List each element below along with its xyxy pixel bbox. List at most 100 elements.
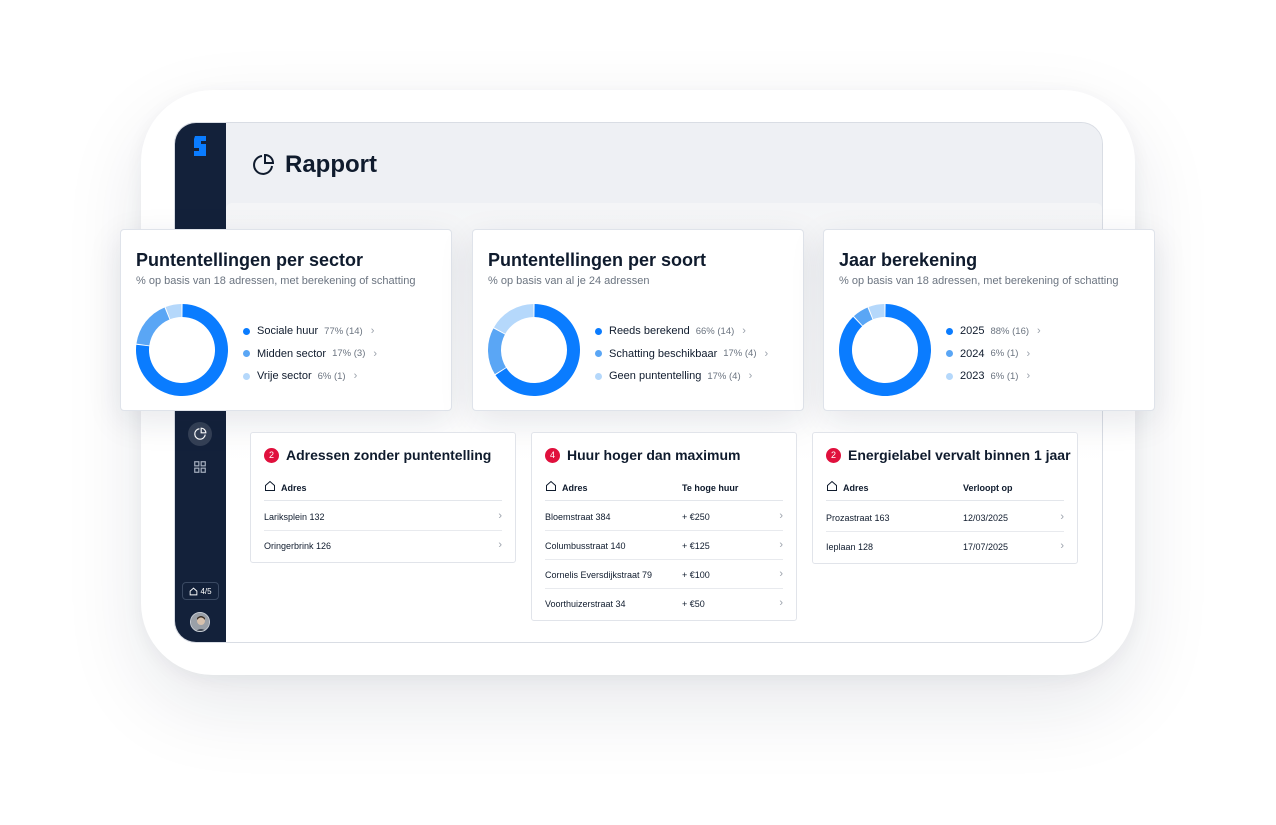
value-cell: + €50 [682,599,705,609]
chart-card-year: Jaar berekening % op basis van 18 adress… [823,229,1155,411]
legend-label: Schatting beschikbaar [609,347,718,360]
chevron-right-icon: › [1037,325,1041,338]
table-header: Adres Verloopt op [826,479,1064,501]
donut-slice-schatting-beschikbaar[interactable] [488,328,506,375]
legend-label: Vrije sector [257,370,312,383]
address-cell: Cornelis Eversdijkstraat 79 [545,570,653,580]
legend-item[interactable]: Midden sector 17% (3) › [243,343,377,366]
legend-item[interactable]: Vrije sector 6% (1) › [243,365,377,388]
legend-value: 17% (3) [332,348,366,360]
legend-value: 17% (4) [723,348,757,360]
avatar[interactable] [190,612,210,632]
chart-card-type: Puntentellingen per soort % op basis van… [472,229,804,411]
address-cell: Lariksplein 132 [264,512,325,522]
table-row[interactable]: Ieplaan 128 17/07/2025 › [826,532,1064,561]
sidebar-item-rapport[interactable] [188,422,212,446]
chart-subtitle: % op basis van al je 24 adressen [488,275,650,287]
home-icon [265,480,275,491]
chevron-right-icon: › [498,539,502,551]
value-cell: + €100 [682,570,710,580]
legend-dot [595,350,602,358]
donut-slice-2025[interactable] [839,304,931,396]
home-icon [190,587,198,595]
legend-value: 17% (4) [707,370,741,382]
list-card-title: Huur hoger dan maximum [567,447,741,463]
chart-title: Jaar berekening [839,250,978,270]
legend-dot [946,372,953,380]
address-cell: Prozastraat 163 [826,513,890,523]
chevron-right-icon: › [1060,540,1064,552]
chevron-right-icon: › [1060,511,1064,523]
legend-item[interactable]: 2025 88% (16) › [946,320,1041,343]
chart-title: Puntentellingen per soort [488,250,707,270]
legend-dot [243,372,250,380]
column-header-address: Adres [281,483,307,493]
donut-chart [839,304,931,396]
column-header-address: Adres [562,483,588,493]
legend-label: Reeds berekend [609,325,690,338]
table-row[interactable]: Prozastraat 163 12/03/2025 › [826,503,1064,532]
table-row[interactable]: Bloemstraat 384 + €250 › [545,502,783,531]
column-header-address: Adres [843,483,869,493]
legend-dot [595,372,602,380]
count-badge: 2 [826,447,841,463]
legend-item[interactable]: Schatting beschikbaar 17% (4) › [595,343,768,366]
table-row[interactable]: Lariksplein 132 › [264,502,502,531]
legend-label: Midden sector [257,347,327,360]
value-cell: + €250 [682,512,710,522]
address-cell: Voorthuizerstraat 34 [545,599,626,609]
address-cell: Bloemstraat 384 [545,512,611,522]
table-header: Adres Te hoge huur [545,479,783,501]
legend-label: 2024 [960,347,985,360]
legend-item[interactable]: Reeds berekend 66% (14) › [595,320,768,343]
chart-title: Puntentellingen per sector [136,250,364,270]
donut-slice-midden-sector[interactable] [136,307,170,346]
count-badge: 2 [264,447,279,463]
list-card-title: Adressen zonder puntentelling [286,447,492,463]
donut-chart [488,304,580,396]
legend-dot [243,350,250,358]
count-badge: 4 [545,447,560,463]
chevron-right-icon: › [370,325,375,338]
table-row[interactable]: Oringerbrink 126 › [264,531,502,560]
legend-label: Sociale huur [257,325,319,338]
table-row[interactable]: Columbusstraat 140 + €125 › [545,531,783,560]
chevron-right-icon: › [353,370,358,383]
page-header: Rapport [226,123,1102,203]
value-cell: 17/07/2025 [963,542,1009,552]
grid-icon [194,461,206,473]
chevron-right-icon: › [748,370,753,383]
units-badge[interactable]: 4/5 [182,582,219,600]
chevron-right-icon: › [764,347,769,360]
legend-item[interactable]: 2023 6% (1) › [946,365,1041,388]
legend-item[interactable]: Sociale huur 77% (14) › [243,320,377,343]
legend-dot [946,350,953,358]
list-card-header: 2 Adressen zonder puntentelling [264,447,491,463]
list-card-header: 4 Huur hoger dan maximum [545,447,740,463]
address-cell: Ieplaan 128 [826,542,874,552]
legend-item[interactable]: 2024 6% (1) › [946,343,1041,366]
legend-dot [243,327,250,335]
legend-value: 77% (14) [324,325,363,337]
chevron-right-icon: › [373,347,378,360]
list-card-energy-label: 2 Energielabel vervalt binnen 1 jaar Adr… [812,432,1078,564]
chevron-right-icon: › [1026,370,1031,383]
list-card-title: Energielabel vervalt binnen 1 jaar [848,447,1071,463]
legend-dot [946,327,953,335]
legend-dot [595,327,602,335]
list-card-rent-above-max: 4 Huur hoger dan maximum Adres Te hoge h… [531,432,797,621]
list-card-no-points: 2 Adressen zonder puntentelling Adres La… [250,432,516,563]
legend-item[interactable]: Geen puntentelling 17% (4) › [595,365,768,388]
legend-value: 6% (1) [317,370,346,382]
table-header: Adres [264,479,502,501]
home-icon [546,480,556,491]
table-row[interactable]: Voorthuizerstraat 34 + €50 › [545,589,783,618]
chart-legend: Sociale huur 77% (14) › Midden sector 17… [243,320,377,388]
legend-label: Geen puntentelling [609,370,702,383]
table-row[interactable]: Cornelis Eversdijkstraat 79 + €100 › [545,560,783,589]
sidebar-item-dashboard[interactable] [188,455,212,479]
logo-icon [194,136,206,156]
chevron-right-icon: › [779,568,783,580]
list-card-header: 2 Energielabel vervalt binnen 1 jaar [826,447,1071,463]
donut-slice-geen-puntentelling[interactable] [493,304,534,334]
